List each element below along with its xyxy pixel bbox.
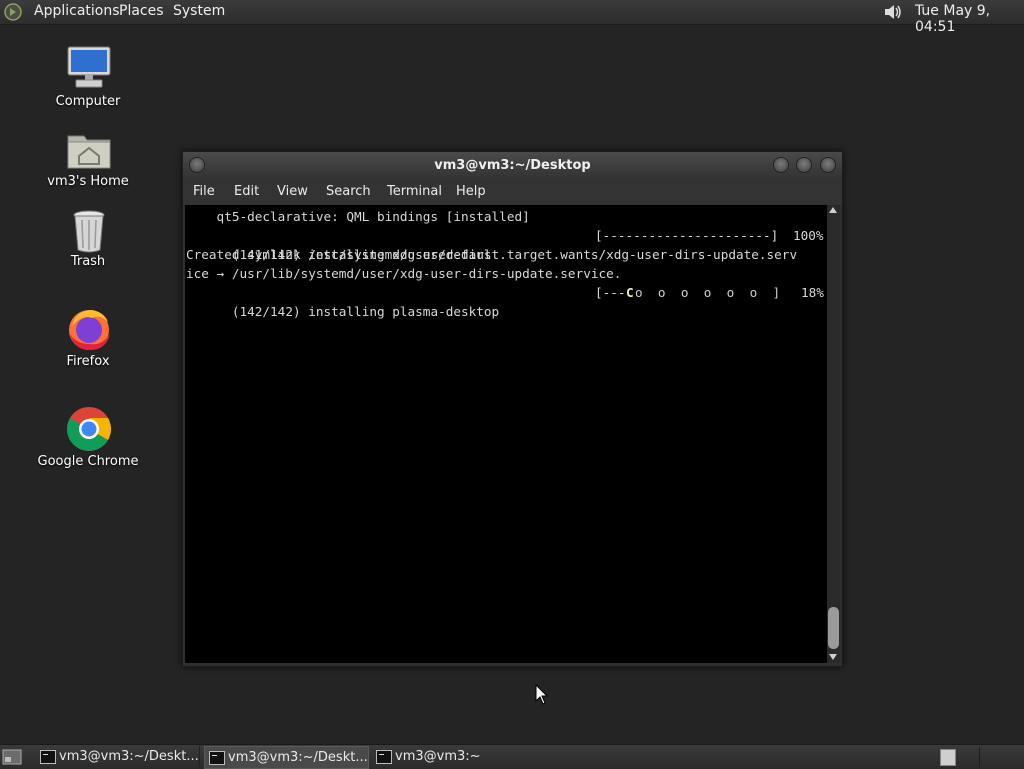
chrome-icon [67,407,111,451]
taskbar-item-active[interactable]: vm3@vm3:~/Deskt... [204,746,369,769]
terminal-line: qt5-declarative: QML bindings [installed… [186,209,530,224]
terminal-line: ice → /usr/lib/systemd/user/xdg-user-dir… [186,266,622,281]
terminal-line: (141/142) installing xdg-user-dirs [----… [186,226,826,262]
progress-percent: 100% [793,228,824,243]
scroll-up-arrow-icon[interactable] [829,207,837,213]
terminal-line: Created symlink /etc/systemd/user/defaul… [186,247,798,262]
menu-search[interactable]: Search [326,184,371,199]
progress-bar-text: [----------------------] [595,228,779,243]
clock[interactable]: Tue May 9, 04:51 [915,3,1024,35]
minimize-button[interactable] [773,157,789,173]
trash-icon [73,210,105,253]
menu-file[interactable]: File [193,184,215,199]
terminal-line-text: (142/142) installing plasma-desktop [231,304,500,319]
taskbar-item[interactable]: vm3@vm3:~/Deskt... [36,746,200,767]
terminal-scrollbar[interactable] [827,205,840,663]
terminal-menubar: File Edit View Search Terminal Help [183,179,842,205]
taskbar-item[interactable]: vm3@vm3:~ [372,746,535,767]
mouse-pointer-icon [535,684,549,705]
terminal-output[interactable]: qt5-declarative: QML bindings [installed… [185,205,827,663]
desktop-icon-label: Computer [55,94,121,109]
bottom-panel: vm3@vm3:~/Deskt... vm3@vm3:~/Deskt... vm… [0,744,1024,769]
scroll-down-arrow-icon[interactable] [829,654,837,660]
terminal-icon [209,751,225,765]
computer-icon [67,46,111,88]
desktop-icon-label: Firefox [66,354,110,369]
top-panel: Applications Places System Tue May 9, 04… [0,0,1024,35]
volume-icon[interactable] [882,2,904,22]
progress-pellets: o o o o o o ] [635,285,781,300]
system-menu[interactable]: System [173,3,225,19]
desktop-icon-label: vm3's Home [47,174,129,189]
pacman-progress-glyph: C [626,285,634,300]
menu-view[interactable]: View [277,184,308,199]
maximize-button[interactable] [796,157,812,173]
distro-logo-icon[interactable] [4,3,22,21]
workspace-switcher[interactable] [940,749,956,766]
terminal-icon [376,750,392,764]
applications-menu[interactable]: Applications [34,3,120,19]
terminal-icon [40,750,56,764]
terminal-window[interactable]: vm3@vm3:~/Desktop File Edit View Search … [182,151,843,667]
panel-divider [979,747,980,767]
home-folder-icon [67,135,111,169]
menu-edit[interactable]: Edit [234,184,259,199]
taskbar-item-label: vm3@vm3:~/Deskt... [59,749,199,764]
window-titlebar[interactable]: vm3@vm3:~/Desktop [183,152,842,179]
taskbar-item-label: vm3@vm3:~ [395,749,481,764]
progress-percent: 18% [801,285,824,300]
terminal-line: (142/142) installing plasma-desktop [---… [186,283,826,319]
menu-help[interactable]: Help [456,184,486,199]
places-menu[interactable]: Places [119,3,164,19]
close-button[interactable] [820,157,836,173]
desktop-icon-label: Google Chrome [37,454,139,469]
show-desktop-icon[interactable] [2,748,22,766]
taskbar-item-label: vm3@vm3:~/Deskt... [228,750,368,765]
desktop-icon-label: Trash [70,254,106,269]
window-title: vm3@vm3:~/Desktop [434,158,591,173]
scrollbar-thumb[interactable] [828,607,839,649]
progress-bar-start: [--- [595,285,626,300]
menu-terminal[interactable]: Terminal [387,184,442,199]
firefox-icon [69,310,110,350]
